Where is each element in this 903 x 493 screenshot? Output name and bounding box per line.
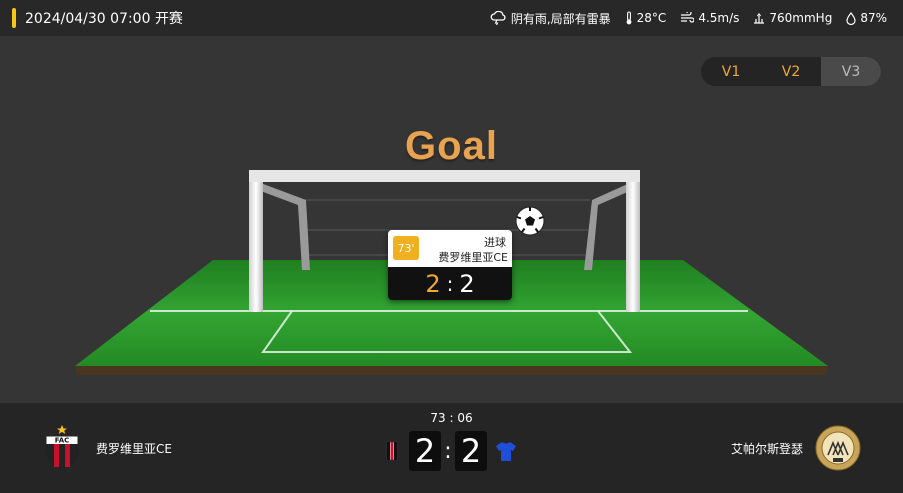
home-crest-letters: FAC (55, 437, 70, 445)
home-score: 2 (409, 431, 441, 471)
goal-left-post (249, 170, 263, 312)
event-team-name: 费罗维里亚CE (438, 251, 508, 264)
goal-event-card: 73' 进球 费罗维里亚CE 2 : 2 (388, 230, 512, 300)
event-score-home: 2 (425, 269, 441, 298)
home-team-name: 费罗维里亚CE (96, 441, 172, 456)
goal-back-left-bar (258, 182, 310, 270)
event-type-label: 进球 (484, 236, 506, 249)
score-separator: : (444, 438, 452, 464)
pitch-illustration (75, 170, 828, 375)
goal-crossbar (249, 170, 640, 182)
goal-title: Goal (405, 124, 498, 168)
goal-right-post (626, 170, 640, 312)
away-team: 艾帕尔斯登瑟 (731, 425, 861, 471)
home-team: FAC 费罗维里亚CE (44, 425, 172, 471)
event-score-away: 2 (459, 269, 475, 298)
event-score-separator: : (446, 271, 454, 296)
goal-back-right-bar (584, 182, 632, 270)
away-team-crest-icon (815, 425, 861, 471)
pitch-soil (75, 366, 828, 375)
away-team-name: 艾帕尔斯登瑟 (730, 441, 803, 456)
event-minute-badge: 73' (393, 236, 419, 260)
score-display: 2 : 2 (385, 431, 517, 471)
event-card-header: 73' 进球 费罗维里亚CE (388, 230, 512, 267)
match-scoreboard-panel: FAC 费罗维里亚CE 73 : 06 2 : 2 艾帕尔斯登瑟 (0, 403, 903, 493)
home-team-crest-icon: FAC (45, 425, 79, 470)
match-clock: 73 : 06 (430, 411, 473, 425)
event-score: 2 : 2 (388, 267, 512, 300)
away-jersey-icon (496, 442, 516, 461)
home-jersey-icon (386, 441, 398, 461)
soccer-ball-icon (515, 206, 545, 236)
away-score: 2 (455, 431, 487, 471)
